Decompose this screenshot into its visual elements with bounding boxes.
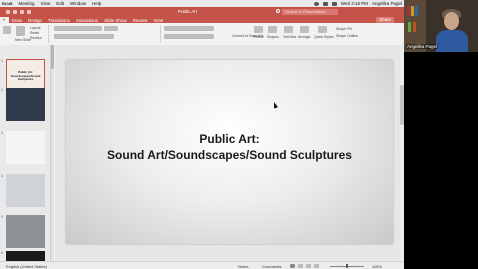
status-bar: English (United States) Notes Comments 1…	[0, 261, 404, 269]
tab-draw[interactable]: Draw	[9, 18, 26, 23]
new-slide-label[interactable]: New Slide	[15, 38, 31, 42]
menu-tray: Wed 3:16 PM Angelika Pagel	[313, 0, 402, 7]
quick-styles-icon[interactable]	[318, 26, 327, 33]
slide-thumbnail-4[interactable]	[6, 174, 45, 207]
book	[413, 22, 416, 32]
picture-label[interactable]: Picture	[253, 35, 264, 39]
book	[408, 22, 411, 32]
slide-canvas[interactable]: Public Art: Sound Art/Soundscapes/Sound …	[66, 60, 393, 244]
ribbon: New Slide Layout Reset Section Convert t…	[0, 23, 404, 46]
menu-view[interactable]: View	[41, 1, 51, 6]
language-indicator[interactable]: English (United States)	[6, 264, 47, 269]
slide-thumbnail-5[interactable]	[6, 215, 45, 248]
font-format-buttons[interactable]	[54, 34, 114, 39]
search-input[interactable]: Search in Presentation	[282, 9, 338, 15]
thumb-number: 5	[1, 215, 3, 219]
tab-slide-show[interactable]: Slide Show	[101, 18, 130, 23]
arrange-label[interactable]: Arrange	[298, 35, 310, 39]
menu-bar: m.us Meeting View Edit Window Help Wed 3…	[0, 0, 404, 7]
slide-thumbnail-pane: 1 Public Art: Soundscapes/Sound Sculptur…	[0, 45, 51, 261]
document-title: Public Art	[178, 9, 198, 14]
tab-review[interactable]: Review	[130, 18, 151, 23]
font-family-select[interactable]	[54, 26, 102, 31]
user-name-menu[interactable]: Angelika Pagel	[372, 1, 402, 6]
thumb-number: 6	[1, 251, 3, 255]
menu-help[interactable]: Help	[92, 1, 101, 6]
thumb-number: 3	[1, 131, 3, 135]
menu-app-name[interactable]: m.us	[2, 1, 13, 6]
battery-icon[interactable]	[331, 1, 337, 6]
menu-window[interactable]: Window	[70, 1, 86, 6]
video-gallery-empty	[404, 52, 478, 269]
zoom-tray-icon[interactable]	[313, 1, 319, 6]
tab-design[interactable]: Design	[25, 18, 45, 23]
shapes-label[interactable]: Shapes	[267, 35, 279, 39]
comments-button[interactable]: Comments	[262, 264, 281, 269]
section-button[interactable]: Section	[30, 36, 42, 40]
slide-thumbnail-3[interactable]	[6, 131, 45, 164]
zoom-slider-knob[interactable]	[346, 264, 348, 268]
thumb-title: Public Art: Soundscapes/Sound Sculptures	[10, 70, 41, 81]
book	[411, 6, 414, 16]
slideshow-view-button[interactable]	[314, 264, 319, 268]
participant-video[interactable]: Angelika Pagel	[404, 0, 478, 52]
reset-button[interactable]: Reset	[30, 31, 39, 35]
paragraph-align-buttons[interactable]	[164, 34, 214, 39]
paragraph-list-buttons[interactable]	[164, 26, 214, 31]
menu-meeting[interactable]: Meeting	[19, 1, 35, 6]
wifi-icon[interactable]	[322, 1, 328, 6]
undo-icon[interactable]	[20, 10, 24, 14]
tab-view[interactable]: View	[150, 18, 166, 23]
shape-fill-button[interactable]: Shape Fill	[336, 27, 352, 31]
title-bar: Public Art Search in Presentation	[0, 7, 404, 17]
shapes-icon[interactable]	[268, 26, 277, 33]
save-icon[interactable]	[13, 10, 17, 14]
font-size-select[interactable]	[104, 26, 118, 31]
paste-icon[interactable]	[3, 26, 11, 34]
slide-title-line-2[interactable]: Sound Art/Soundscapes/Sound Sculptures	[66, 148, 393, 162]
ribbon-divider	[160, 25, 161, 43]
ribbon-divider	[48, 25, 49, 43]
clock-text[interactable]: Wed 3:16 PM	[341, 1, 368, 6]
tab-animations[interactable]: Animations	[73, 18, 101, 23]
notes-button[interactable]: Notes	[238, 264, 248, 269]
slide-sorter-view-button[interactable]	[298, 264, 303, 268]
book	[407, 6, 410, 16]
scrollbar-knob[interactable]	[51, 45, 54, 69]
thumb-number: 4	[1, 174, 3, 178]
reading-view-button[interactable]	[306, 264, 311, 268]
slide-thumbnail-6[interactable]	[6, 251, 45, 261]
quick-access-toolbar	[6, 10, 46, 14]
zoom-level[interactable]: 115%	[372, 264, 382, 269]
layout-button[interactable]: Layout	[30, 26, 41, 30]
home-icon[interactable]	[6, 10, 10, 14]
picture-icon[interactable]	[254, 26, 263, 33]
participant-body	[436, 30, 468, 52]
thumb-number: 2	[1, 88, 3, 92]
participant-name: Angelika Pagel	[406, 44, 439, 49]
quick-styles-label[interactable]: Quick Styles	[314, 35, 333, 39]
book	[415, 6, 418, 16]
powerpoint-window: m.us Meeting View Edit Window Help Wed 3…	[0, 0, 404, 269]
shape-outline-button[interactable]: Shape Outline	[336, 34, 358, 38]
text-box-label[interactable]: Text Box	[283, 35, 296, 39]
thumb-number: 1	[1, 59, 3, 63]
new-slide-icon[interactable]	[16, 26, 25, 36]
normal-view-button[interactable]	[290, 264, 295, 268]
thumbnail-scrollbar[interactable]	[51, 45, 54, 261]
participant-face	[444, 12, 459, 30]
search-icon	[276, 9, 280, 13]
slide-title-line-1[interactable]: Public Art:	[66, 132, 393, 146]
tab-transitions[interactable]: Transitions	[45, 18, 73, 23]
text-box-icon[interactable]	[284, 26, 293, 33]
arrange-icon[interactable]	[300, 26, 309, 33]
menu-edit[interactable]: Edit	[56, 1, 64, 6]
redo-icon[interactable]	[27, 10, 31, 14]
slide-thumbnail-2[interactable]	[6, 88, 45, 121]
